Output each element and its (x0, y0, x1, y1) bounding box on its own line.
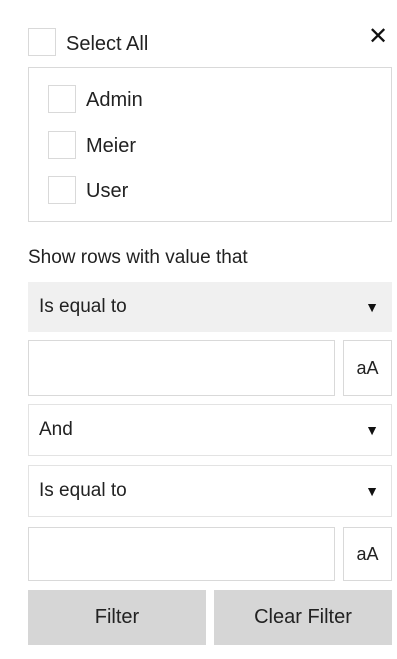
filter-button[interactable]: Filter (28, 590, 206, 645)
chevron-down-icon: ▼ (365, 483, 379, 499)
value-checkbox-admin[interactable] (48, 85, 76, 113)
condition1-value-input[interactable] (28, 340, 335, 396)
select-all-checkbox[interactable] (28, 28, 56, 56)
condition2-match-case-button[interactable]: aA (343, 527, 392, 581)
value-label-user: User (86, 180, 129, 202)
logic-operator-dropdown[interactable]: And ▼ (28, 404, 392, 456)
condition1-operator-dropdown[interactable]: Is equal to ▼ (28, 282, 392, 332)
clear-filter-button[interactable]: Clear Filter (214, 590, 392, 645)
condition2-operator-dropdown[interactable]: Is equal to ▼ (28, 465, 392, 517)
chevron-down-icon: ▼ (365, 299, 379, 315)
value-list: Admin Meier User (28, 67, 392, 222)
select-all-label: Select All (66, 33, 149, 55)
value-checkbox-meier[interactable] (48, 131, 76, 159)
value-label-meier: Meier (86, 135, 137, 157)
condition2-value-input[interactable] (28, 527, 335, 581)
condition2-operator-value: Is equal to (39, 480, 127, 501)
value-label-admin: Admin (86, 89, 143, 111)
close-icon[interactable]: ✕ (364, 25, 392, 49)
condition-caption: Show rows with value that (28, 247, 248, 268)
value-checkbox-user[interactable] (48, 176, 76, 204)
logic-operator-value: And (39, 419, 73, 440)
condition1-operator-value: Is equal to (39, 296, 127, 317)
chevron-down-icon: ▼ (365, 422, 379, 438)
condition1-match-case-button[interactable]: aA (343, 340, 392, 396)
